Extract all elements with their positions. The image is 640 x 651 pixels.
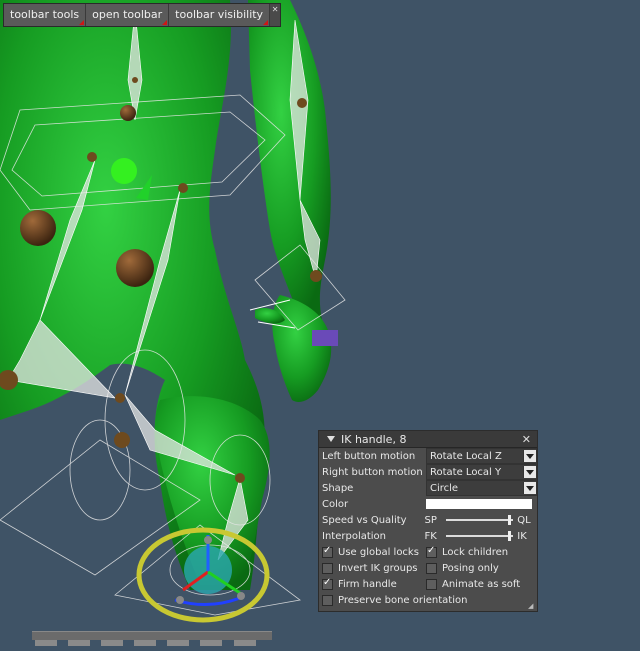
right-button-motion-label: Right button motion <box>322 466 423 478</box>
checkbox-box[interactable] <box>426 578 437 590</box>
bottom-toolbar-button[interactable] <box>35 640 57 646</box>
speed-quality-row: Speed vs Quality SP QL <box>319 512 537 528</box>
posing-only-checkbox[interactable]: Posing only <box>423 560 533 576</box>
slider-thumb[interactable] <box>508 531 512 541</box>
open-toolbar-button[interactable]: open toolbar <box>86 4 170 26</box>
animate-as-soft-checkbox[interactable]: Animate as soft <box>423 576 533 592</box>
left-button-motion-value: Rotate Local Z <box>430 450 502 462</box>
left-button-motion-label: Left button motion <box>322 450 416 462</box>
interpolation-row: Interpolation FK IK <box>319 528 537 544</box>
speed-quality-label: Speed vs Quality <box>322 514 407 526</box>
invert-ik-groups-checkbox[interactable]: Invert IK groups <box>319 560 423 576</box>
toolbar-tools-label: toolbar tools <box>10 8 80 21</box>
dropdown-corner-icon <box>162 20 168 25</box>
chevron-down-icon[interactable] <box>523 482 536 494</box>
panel-close-icon[interactable]: ✕ <box>522 433 533 446</box>
left-button-motion-select[interactable]: Rotate Local Z <box>426 448 537 464</box>
posing-only-label: Posing only <box>442 562 499 574</box>
open-toolbar-label: open toolbar <box>92 8 163 21</box>
interpolation-label: Interpolation <box>322 530 386 542</box>
panel-title-bar[interactable]: IK handle, 8 ✕ <box>319 431 537 448</box>
resize-grip-icon[interactable]: ◢ <box>528 602 536 610</box>
use-global-locks-label: Use global locks <box>338 546 419 558</box>
right-button-motion-select[interactable]: Rotate Local Y <box>426 464 537 480</box>
bottom-toolbar-button[interactable] <box>233 640 256 646</box>
color-label: Color <box>322 498 349 510</box>
floating-toolbar: toolbar tools open toolbar toolbar visib… <box>3 3 282 27</box>
right-button-motion-row: Right button motion Rotate Local Y <box>319 464 537 480</box>
checkbox-box[interactable] <box>426 545 437 558</box>
toolbar-close-button[interactable]: ✕ <box>270 4 281 26</box>
toolbar-visibility-label: toolbar visibility <box>175 8 264 21</box>
options-checkboxes: Use global locks Lock children Invert IK… <box>319 544 537 592</box>
dropdown-corner-icon <box>263 20 269 25</box>
speed-label: SP <box>424 514 437 526</box>
lock-children-checkbox[interactable]: Lock children <box>423 544 533 560</box>
use-global-locks-checkbox[interactable]: Use global locks <box>319 544 423 560</box>
firm-handle-checkbox[interactable]: Firm handle <box>319 576 423 592</box>
shape-value: Circle <box>430 482 459 494</box>
ik-handle-panel: IK handle, 8 ✕ Left button motion Rotate… <box>318 430 538 612</box>
shape-select[interactable]: Circle <box>426 480 537 496</box>
slider-thumb[interactable] <box>508 515 512 525</box>
chevron-down-icon[interactable] <box>523 466 536 478</box>
shape-label: Shape <box>322 482 354 494</box>
quality-label: QL <box>517 514 531 526</box>
left-button-motion-row: Left button motion Rotate Local Z <box>319 448 537 464</box>
chevron-down-icon[interactable] <box>523 450 536 462</box>
bottom-toolbar-button[interactable] <box>167 640 190 646</box>
collapse-triangle-icon[interactable] <box>327 436 335 442</box>
bottom-toolbar-button[interactable] <box>134 640 157 646</box>
bottom-toolbar-button[interactable] <box>200 640 223 646</box>
close-icon: ✕ <box>271 5 279 14</box>
panel-title: IK handle, 8 <box>341 432 407 446</box>
speed-quality-slider[interactable] <box>446 515 514 525</box>
interpolation-slider[interactable] <box>446 531 514 541</box>
checkbox-box[interactable] <box>322 594 333 606</box>
preserve-bone-orientation-checkbox[interactable]: Preserve bone orientation <box>319 592 537 608</box>
fk-label: FK <box>424 530 437 542</box>
color-swatch[interactable] <box>426 499 532 509</box>
bottom-toolbar-button[interactable] <box>68 640 91 646</box>
bottom-toolbar-button[interactable] <box>101 640 124 646</box>
invert-ik-groups-label: Invert IK groups <box>338 562 418 574</box>
firm-handle-label: Firm handle <box>338 578 397 590</box>
color-row: Color <box>319 496 537 512</box>
right-button-motion-value: Rotate Local Y <box>430 466 502 478</box>
animate-as-soft-label: Animate as soft <box>442 578 521 590</box>
ik-label: IK <box>517 530 527 542</box>
lock-children-label: Lock children <box>442 546 509 558</box>
checkbox-box[interactable] <box>322 562 333 574</box>
dropdown-corner-icon <box>79 20 85 25</box>
toolbar-tools-button[interactable]: toolbar tools <box>4 4 87 26</box>
checkbox-box[interactable] <box>426 562 437 574</box>
shape-row: Shape Circle <box>319 480 537 496</box>
checkbox-box[interactable] <box>322 545 333 558</box>
toolbar-visibility-button[interactable]: toolbar visibility <box>169 4 271 26</box>
checkbox-box[interactable] <box>322 577 333 590</box>
preserve-bone-orientation-label: Preserve bone orientation <box>338 594 468 606</box>
